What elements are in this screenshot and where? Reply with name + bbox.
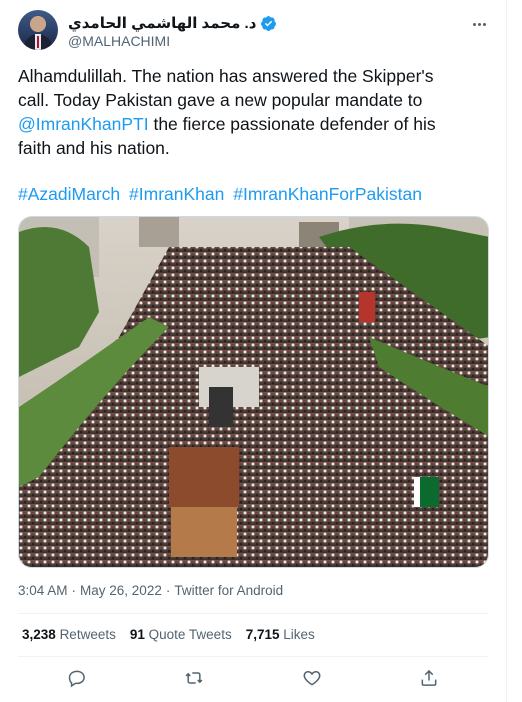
crowd-photo [19,217,488,567]
mention-link[interactable]: @ImranKhanPTI [18,114,149,134]
share-button[interactable] [412,661,446,695]
verified-icon [261,15,277,31]
meta-separator: · [165,583,171,598]
reply-icon [68,670,85,688]
retweets-label: Retweets [59,627,116,642]
quotes-label: Quote Tweets [148,627,232,642]
tweet-text-line4: faith and his nation. [18,138,170,158]
likes-label: Likes [283,627,315,642]
tweet-source[interactable]: Twitter for Android [174,583,283,598]
tweet-text: Alhamdulillah. The nation has answered t… [18,64,488,160]
tweet-text-line2: call. Today Pakistan gave a new popular … [18,90,423,110]
quotes-count: 91 [129,627,145,642]
like-icon [303,670,321,686]
action-bar [18,660,488,696]
tweet-text-line1: Alhamdulillah. The nation has answered t… [18,66,434,86]
tweet-stats: 3,238 Retweets 91 Quote Tweets 7,715 Lik… [22,627,315,642]
hashtag-link[interactable]: #ImranKhanForPakistan [233,184,422,204]
more-dot [477,22,481,26]
more-dot [472,22,476,26]
display-name[interactable]: د. محمد الهاشمي الحامدي [68,14,256,32]
more-dot [482,22,486,26]
divider [18,613,488,614]
more-icon[interactable] [469,14,489,34]
retweets-count: 3,238 [22,627,56,642]
retweet-icon [185,672,203,684]
likes-count: 7,715 [245,627,280,642]
likes-stat[interactable]: 7,715 Likes [246,627,315,642]
tweet-header: د. محمد الهاشمي الحامدي @MALHACHIMI [18,10,493,54]
hashtag-link[interactable]: #ImranKhan [129,184,224,204]
avatar-tie [37,36,39,48]
quote-tweets-stat[interactable]: 91 Quote Tweets [130,627,232,642]
tweet-date[interactable]: May 26, 2022 [80,583,162,598]
tweet-card: د. محمد الهاشمي الحامدي @MALHACHIMI Alha… [0,0,507,702]
hashtag-row: #AzadiMarch #ImranKhan #ImranKhanForPaki… [18,182,488,206]
retweet-button[interactable] [177,661,211,695]
divider [18,656,488,657]
meta-separator: · [71,583,77,598]
handle[interactable]: @MALHACHIMI [68,33,170,49]
retweets-stat[interactable]: 3,238 Retweets [22,627,116,642]
name-row: د. محمد الهاشمي الحامدي [68,13,277,33]
avatar[interactable] [18,10,58,50]
tweet-photo[interactable] [18,216,489,568]
hashtag-link[interactable]: #AzadiMarch [18,184,120,204]
like-button[interactable] [295,661,329,695]
tweet-text-line3: the fierce passionate defender of his [148,114,436,134]
tweet-time[interactable]: 3:04 AM [18,583,68,598]
share-icon [421,669,437,686]
reply-button[interactable] [60,661,94,695]
tweet-meta: 3:04 AM · May 26, 2022 · Twitter for And… [18,583,283,598]
